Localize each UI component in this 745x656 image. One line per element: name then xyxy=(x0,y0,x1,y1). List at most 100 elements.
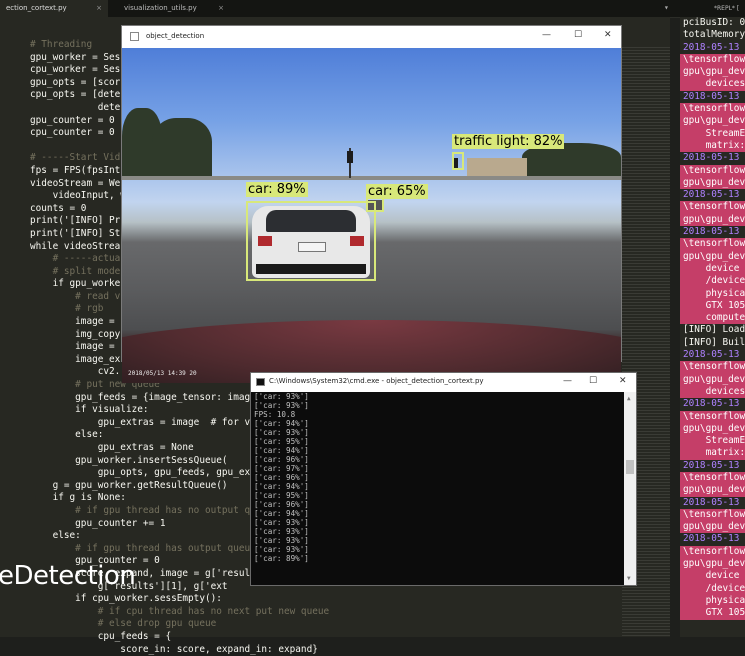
console-line: ['car: 96%'] xyxy=(254,455,309,464)
traffic-light-shape xyxy=(347,151,353,163)
detection-box-traffic-light xyxy=(452,152,464,170)
cmd-icon xyxy=(256,378,265,386)
repl-line: devices xyxy=(680,78,745,90)
building-shape xyxy=(467,158,527,178)
repl-line: pciBusID: 0 xyxy=(680,17,745,29)
repl-line: /device xyxy=(680,583,745,595)
maximize-button[interactable]: ☐ xyxy=(574,30,582,40)
repl-line: \tensorflow xyxy=(680,509,745,521)
tab-visualization-utils[interactable]: visualization_utils.py × xyxy=(110,0,230,17)
code-line[interactable]: # if cpu thread has no next put new queu… xyxy=(30,606,329,619)
tab-label: visualization_utils.py xyxy=(124,4,197,12)
repl-line: 2018-05-13 xyxy=(680,349,745,361)
close-icon[interactable]: × xyxy=(96,0,102,17)
overlay-caption: eDetection xyxy=(0,561,135,591)
repl-line: 2018-05-13 xyxy=(680,226,745,238)
console-line: ['car: 93%'] xyxy=(254,536,309,545)
repl-line: gpu\gpu_dev xyxy=(680,484,745,496)
repl-line: 2018-05-13 xyxy=(680,497,745,509)
repl-line: GTX 105 xyxy=(680,300,745,312)
minimize-button[interactable]: — xyxy=(563,376,572,386)
console-line: FPS: 10.8 xyxy=(254,410,309,419)
repl-line: \tensorflow xyxy=(680,54,745,66)
code-line[interactable]: score_in: score, expand_in: expand} xyxy=(30,644,329,656)
repl-line: 2018-05-13 xyxy=(680,189,745,201)
repl-line: 2018-05-13 xyxy=(680,91,745,103)
repl-line: gpu\gpu_dev xyxy=(680,423,745,435)
tab-repl[interactable]: *REPL* [ xyxy=(700,0,745,17)
horizon-road-edge xyxy=(122,176,621,180)
repl-line: compute xyxy=(680,312,745,324)
tab-dropdown-icon[interactable]: ▾ xyxy=(664,3,669,12)
repl-line: [INFO] Buil xyxy=(680,337,745,349)
console-line: ['car: 94%'] xyxy=(254,419,309,428)
cmd-console[interactable]: ['car: 93%']['car: 93%']FPS: 10.8['car: … xyxy=(251,392,624,585)
repl-line: gpu\gpu_dev xyxy=(680,374,745,386)
code-line[interactable]: if cpu_worker.sessEmpty(): xyxy=(30,593,329,606)
repl-line: \tensorflow xyxy=(680,411,745,423)
window-titlebar[interactable]: object_detection — ☐ ✕ xyxy=(122,26,621,48)
repl-line: \tensorflow xyxy=(680,201,745,213)
repl-line: gpu\gpu_dev xyxy=(680,521,745,533)
minimize-button[interactable]: — xyxy=(542,30,551,40)
code-line[interactable]: # else drop gpu queue xyxy=(30,618,329,631)
repl-line: GTX 105 xyxy=(680,607,745,619)
console-line: ['car: 93%'] xyxy=(254,401,309,410)
repl-line: StreamE xyxy=(680,128,745,140)
repl-line: matrix: xyxy=(680,447,745,459)
console-line: ['car: 93%'] xyxy=(254,518,309,527)
cmd-titlebar[interactable]: C:\Windows\System32\cmd.exe - object_det… xyxy=(251,373,636,392)
repl-line: \tensorflow xyxy=(680,361,745,373)
maximize-button[interactable]: ☐ xyxy=(589,376,597,386)
console-line: ['car: 95%'] xyxy=(254,491,309,500)
repl-line: StreamE xyxy=(680,435,745,447)
repl-line: device xyxy=(680,570,745,582)
repl-line: /device xyxy=(680,275,745,287)
repl-line: 2018-05-13 xyxy=(680,152,745,164)
code-line[interactable]: cpu_feeds = { xyxy=(30,631,329,644)
repl-line: 2018-05-13 xyxy=(680,398,745,410)
console-line: ['car: 93%'] xyxy=(254,428,309,437)
close-button[interactable]: ✕ xyxy=(604,30,612,40)
detection-label-traffic-light: traffic light: 82% xyxy=(452,134,564,149)
repl-line: totalMemory xyxy=(680,29,745,41)
console-line: ['car: 97%'] xyxy=(254,464,309,473)
repl-line: gpu\gpu_dev xyxy=(680,66,745,78)
repl-line: \tensorflow xyxy=(680,238,745,250)
repl-line: gpu\gpu_dev xyxy=(680,115,745,127)
scroll-down-icon[interactable]: ▼ xyxy=(627,575,631,582)
repl-tab-bar: *REPL* [ xyxy=(680,0,745,17)
tab-label: ection_cortext.py xyxy=(6,4,67,12)
console-line: ['car: 96%'] xyxy=(254,473,309,482)
console-output: ['car: 93%']['car: 93%']FPS: 10.8['car: … xyxy=(254,392,309,563)
tree-shape xyxy=(152,118,212,178)
tab-object-detection-cortext[interactable]: ection_cortext.py × xyxy=(0,0,108,17)
scrollbar[interactable]: ▲ ▼ xyxy=(624,392,636,585)
video-timestamp: 2018/05/13 14:39 20 xyxy=(128,370,197,377)
object-detection-window[interactable]: object_detection — ☐ ✕ car: 89% car: 65% xyxy=(122,26,621,361)
console-line: ['car: 94%'] xyxy=(254,509,309,518)
app-icon xyxy=(130,32,139,41)
window-title: object_detection xyxy=(146,32,204,40)
repl-line: physica xyxy=(680,288,745,300)
console-line: ['car: 95%'] xyxy=(254,437,309,446)
console-line: ['car: 89%'] xyxy=(254,554,309,563)
scrollbar-thumb[interactable] xyxy=(626,460,634,474)
cmd-window[interactable]: C:\Windows\System32\cmd.exe - object_det… xyxy=(251,373,636,585)
detection-label-car-2: car: 65% xyxy=(366,184,428,199)
close-button[interactable]: ✕ xyxy=(619,376,627,386)
repl-line: 2018-05-13 xyxy=(680,460,745,472)
scroll-up-icon[interactable]: ▲ xyxy=(627,395,631,402)
repl-line: \tensorflow xyxy=(680,103,745,115)
repl-line: 2018-05-13 xyxy=(680,533,745,545)
detection-box-car-1 xyxy=(246,201,376,281)
repl-line: 2018-05-13 xyxy=(680,42,745,54)
video-frame: car: 89% car: 65% traffic light: 82% 201… xyxy=(122,48,621,383)
console-line: ['car: 93%'] xyxy=(254,392,309,401)
cmd-title: C:\Windows\System32\cmd.exe - object_det… xyxy=(269,377,484,385)
close-icon[interactable]: × xyxy=(218,0,224,17)
repl-line: physica xyxy=(680,595,745,607)
repl-output-panel[interactable]: pciBusID: 0totalMemory2018-05-13\tensorf… xyxy=(680,17,745,637)
detection-label-car-1: car: 89% xyxy=(246,182,308,197)
console-line: ['car: 93%'] xyxy=(254,545,309,554)
